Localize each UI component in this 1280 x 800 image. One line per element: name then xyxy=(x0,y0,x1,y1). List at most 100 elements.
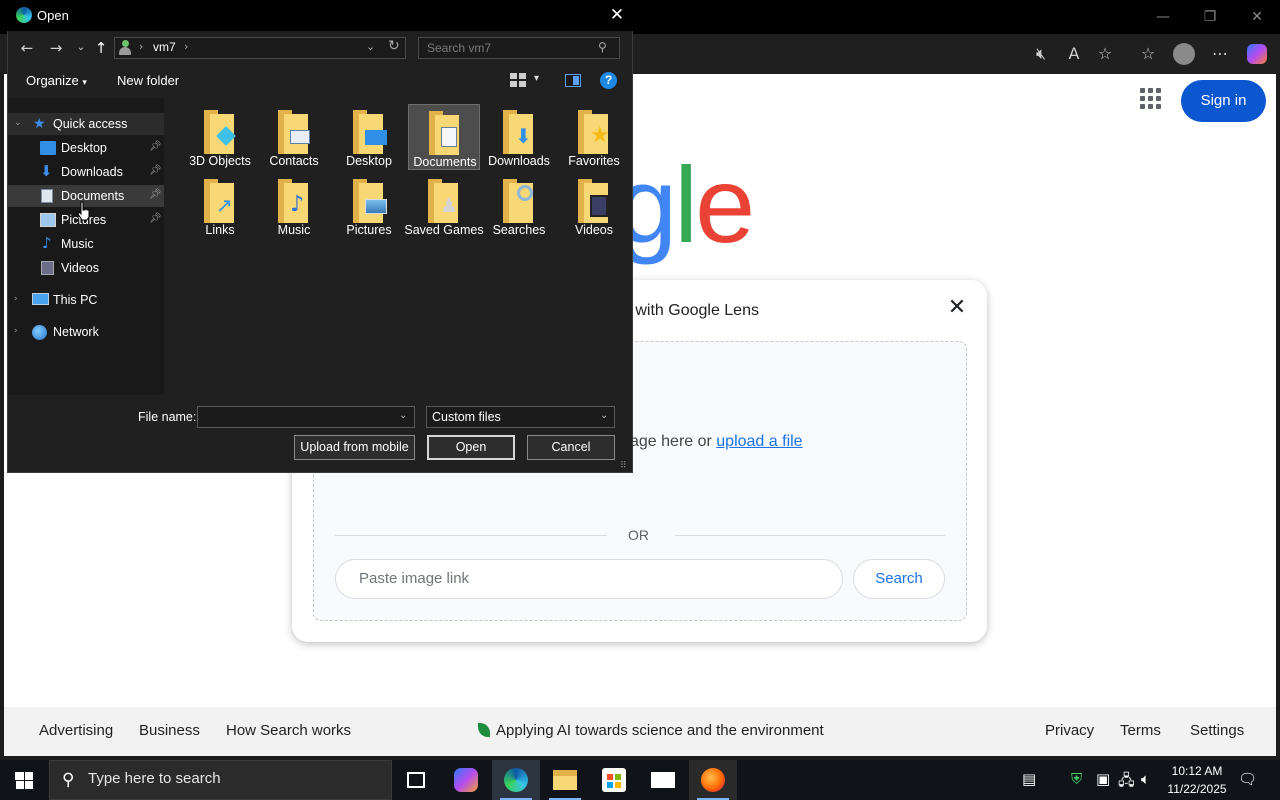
folder-label: Links xyxy=(205,223,235,237)
paste-image-link-input[interactable]: Paste image link xyxy=(335,559,843,599)
minimize-icon[interactable]: — xyxy=(1148,6,1178,28)
file-name-input[interactable] xyxy=(197,406,415,428)
folder-icon xyxy=(353,179,387,223)
task-view-icon[interactable] xyxy=(392,760,440,800)
upload-file-link[interactable]: upload a file xyxy=(716,433,802,450)
folder-searches[interactable]: Searches xyxy=(483,173,555,239)
mail-taskbar-icon[interactable] xyxy=(639,760,687,800)
folder-label: Downloads xyxy=(488,154,550,168)
chevron-down-icon[interactable]: ⌄ xyxy=(366,40,375,53)
recent-locations-icon[interactable]: ⌄ xyxy=(70,38,92,58)
store-taskbar-icon[interactable] xyxy=(590,760,638,800)
chevron-down-icon[interactable]: ⌄ xyxy=(399,410,407,421)
notifications-icon[interactable]: 🗨︎ xyxy=(1238,770,1257,788)
profile-avatar-icon[interactable] xyxy=(1170,42,1198,66)
folder-music[interactable]: ♪ Music xyxy=(258,173,330,239)
back-arrow-icon[interactable]: ← xyxy=(16,38,38,58)
forward-arrow-icon[interactable]: → xyxy=(45,38,67,58)
clock-date[interactable]: 11/22/2025 xyxy=(1160,782,1234,796)
footer-terms-link[interactable]: Terms xyxy=(1120,722,1161,739)
divider xyxy=(335,535,607,536)
music-note-icon: ♪ xyxy=(290,192,305,217)
nav-this-pc[interactable]: › This PC xyxy=(8,289,164,311)
firefox-taskbar-icon[interactable] xyxy=(689,760,737,800)
restore-icon[interactable]: ❐ xyxy=(1195,6,1225,28)
news-widget-icon[interactable]: ▤ xyxy=(1022,770,1036,788)
nav-item-videos[interactable]: Videos xyxy=(8,257,164,279)
footer-settings-link[interactable]: Settings xyxy=(1190,722,1244,739)
folder-contacts[interactable]: Contacts xyxy=(258,104,330,170)
chevron-down-icon[interactable]: ▾ xyxy=(534,73,539,84)
folder-favorites[interactable]: ★ Favorites xyxy=(558,104,630,170)
resize-grip-icon[interactable]: ⠿ xyxy=(620,461,627,471)
nav-item-downloads[interactable]: ⬇ Downloads 📌︎ xyxy=(8,161,164,183)
folder-downloads[interactable]: ⬇ Downloads xyxy=(483,104,555,170)
sign-in-button[interactable]: Sign in xyxy=(1181,80,1266,122)
nav-quick-access[interactable]: ⌄ ★ Quick access xyxy=(8,113,164,135)
chevron-down-icon[interactable]: ⌄ xyxy=(600,410,608,421)
taskbar-search-placeholder: Type here to search xyxy=(88,770,221,787)
preview-pane-icon[interactable] xyxy=(565,74,581,87)
folder-videos[interactable]: Videos xyxy=(558,173,630,239)
more-options-icon[interactable]: ⋯ xyxy=(1206,42,1234,66)
file-explorer-taskbar-icon[interactable] xyxy=(541,760,589,800)
nav-label: Desktop xyxy=(61,141,107,155)
footer-ai-link[interactable]: Applying AI towards science and the envi… xyxy=(496,722,824,739)
nav-item-music[interactable]: ♪ Music xyxy=(8,233,164,255)
footer-advertising-link[interactable]: Advertising xyxy=(39,722,113,739)
up-arrow-icon[interactable]: ↑ xyxy=(90,38,112,58)
folder-search-input[interactable]: Search vm7 xyxy=(418,37,620,59)
picture-icon xyxy=(40,213,56,227)
breadcrumb-chevron-icon[interactable]: › xyxy=(184,40,188,53)
upload-from-mobile-button[interactable]: Upload from mobile xyxy=(294,435,415,460)
nav-item-desktop[interactable]: Desktop 📌︎ xyxy=(8,137,164,159)
contact-card-icon xyxy=(290,130,310,144)
film-icon xyxy=(590,195,608,217)
change-view-icon[interactable] xyxy=(510,73,526,87)
folder-label: Desktop xyxy=(346,154,392,168)
folder-pictures[interactable]: Pictures xyxy=(333,173,405,239)
help-icon[interactable]: ? xyxy=(600,72,617,89)
google-apps-icon[interactable] xyxy=(1140,88,1166,114)
folder-desktop[interactable]: Desktop xyxy=(333,104,405,170)
volume-muted-icon[interactable]: 🔈︎ xyxy=(1141,770,1150,788)
lens-search-button[interactable]: Search xyxy=(853,559,945,599)
folder-documents[interactable]: Documents xyxy=(408,104,480,170)
clock-time[interactable]: 10:12 AM xyxy=(1162,764,1232,778)
copilot-taskbar-icon[interactable] xyxy=(442,760,490,800)
folder-icon: ↗ xyxy=(204,179,234,223)
read-aloud-icon[interactable]: A xyxy=(1060,42,1088,66)
organize-button[interactable]: Organize ▾ xyxy=(26,73,87,88)
folder-label: Favorites xyxy=(568,154,620,168)
nav-network[interactable]: › Network xyxy=(8,321,164,343)
breadcrumb-vm7[interactable]: vm7 xyxy=(153,40,176,54)
download-arrow-icon: ⬇ xyxy=(515,124,532,148)
security-shield-icon[interactable]: ⛨ xyxy=(1071,770,1082,788)
meet-now-icon[interactable]: ▣ xyxy=(1096,770,1110,788)
close-window-icon[interactable]: ✕ xyxy=(1242,6,1272,28)
folder-links[interactable]: ↗ Links xyxy=(184,173,256,239)
file-type-select[interactable]: Custom files xyxy=(426,406,615,428)
dialog-titlebar xyxy=(7,0,633,31)
mute-tab-icon[interactable]: 🔇︎ xyxy=(1027,42,1055,66)
folder-3d-objects[interactable]: 3D Objects xyxy=(184,104,256,170)
favorite-star-icon[interactable]: ☆ xyxy=(1091,42,1119,66)
link-arrow-icon: ↗ xyxy=(216,193,233,217)
footer-privacy-link[interactable]: Privacy xyxy=(1045,722,1094,739)
nav-label: Downloads xyxy=(61,165,123,179)
folder-icon xyxy=(278,110,310,154)
close-icon[interactable]: ✕ xyxy=(604,4,630,26)
footer-business-link[interactable]: Business xyxy=(139,722,200,739)
copilot-icon[interactable] xyxy=(1243,42,1271,66)
cancel-button[interactable]: Cancel xyxy=(527,435,615,460)
new-folder-button[interactable]: New folder xyxy=(117,73,179,88)
folder-saved-games[interactable]: ♟ Saved Games xyxy=(404,173,484,239)
favorites-icon[interactable]: ☆ xyxy=(1134,42,1162,66)
close-icon[interactable]: ✕ xyxy=(945,296,969,320)
footer-how-search-works-link[interactable]: How Search works xyxy=(226,722,351,739)
edge-taskbar-icon[interactable] xyxy=(492,760,540,800)
open-button[interactable]: Open xyxy=(427,435,515,460)
divider xyxy=(675,535,945,536)
network-icon[interactable]: 🖧︎ xyxy=(1118,770,1135,795)
refresh-icon[interactable]: ↻ xyxy=(388,38,400,54)
